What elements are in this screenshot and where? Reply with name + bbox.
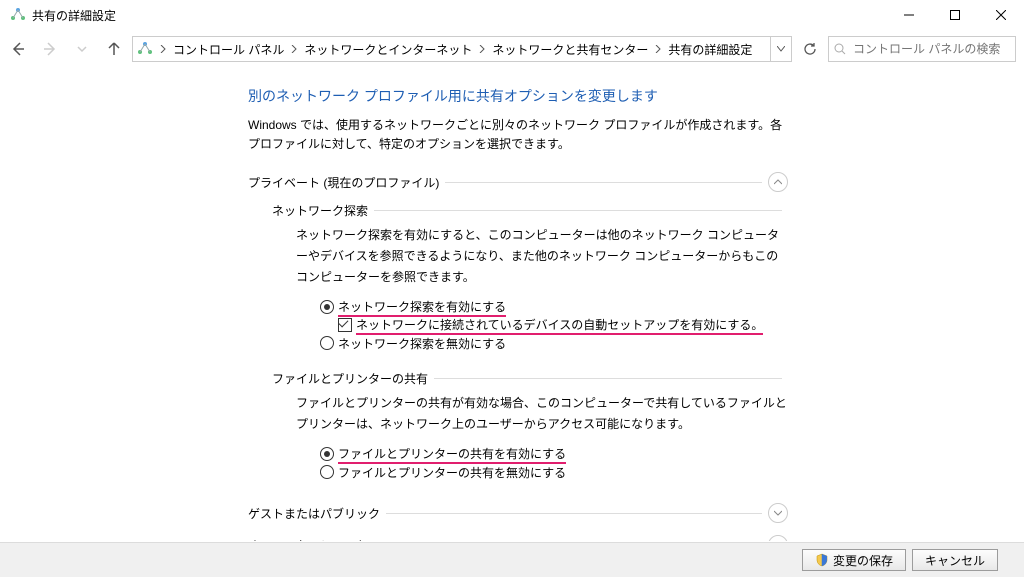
radio-discovery-enable[interactable]: ネットワーク探索を有効にする xyxy=(320,298,788,316)
search-box[interactable] xyxy=(828,36,1016,62)
radio-icon xyxy=(320,447,334,461)
radio-printer-disable[interactable]: ファイルとプリンターの共有を無効にする xyxy=(320,463,788,481)
file-printer-section: ファイルとプリンターの共有 ファイルとプリンターの共有が有効な場合、このコンピュ… xyxy=(272,370,788,481)
profile-guest-label: ゲストまたはパブリック xyxy=(248,505,380,522)
breadcrumb-item[interactable]: ネットワークとインターネット xyxy=(300,41,476,58)
option-label: ファイルとプリンターの共有を無効にする xyxy=(338,464,566,481)
collapse-button[interactable] xyxy=(768,172,788,192)
breadcrumb-item[interactable]: ネットワークと共有センター xyxy=(488,41,652,58)
chevron-right-icon xyxy=(157,45,169,53)
page-title: 別のネットワーク プロファイル用に共有オプションを変更します xyxy=(248,86,788,106)
option-label: ネットワーク探索を有効にする xyxy=(338,298,506,317)
checkbox-icon xyxy=(338,318,352,332)
profile-guest-header[interactable]: ゲストまたはパブリック xyxy=(248,503,788,523)
network-discovery-section: ネットワーク探索 ネットワーク探索を有効にすると、このコンピューターは他のネット… xyxy=(272,202,788,352)
profile-private-label: プライベート (現在のプロファイル) xyxy=(248,174,439,191)
subsection-header: ネットワーク探索 xyxy=(272,202,368,219)
search-icon xyxy=(829,43,851,55)
subsection-header: ファイルとプリンターの共有 xyxy=(272,370,428,387)
breadcrumb-item[interactable]: 共有の詳細設定 xyxy=(664,41,756,58)
expand-button[interactable] xyxy=(768,503,788,523)
profile-all-header[interactable]: すべてのネットワーク xyxy=(248,535,788,541)
maximize-button[interactable] xyxy=(932,0,978,30)
option-label: ネットワーク探索を無効にする xyxy=(338,335,506,352)
search-input[interactable] xyxy=(851,38,1015,60)
option-label: ネットワークに接続されているデバイスの自動セットアップを有効にする。 xyxy=(356,316,763,335)
chevron-right-icon xyxy=(476,45,488,53)
window-title: 共有の詳細設定 xyxy=(32,7,116,24)
cancel-button[interactable]: キャンセル xyxy=(912,549,998,571)
radio-icon xyxy=(320,300,334,314)
cancel-button-label: キャンセル xyxy=(925,552,985,569)
toolbar: コントロール パネル ネットワークとインターネット ネットワークと共有センター … xyxy=(0,31,1024,68)
minimize-button[interactable] xyxy=(886,0,932,30)
shield-icon xyxy=(815,553,829,567)
divider xyxy=(386,513,762,514)
titlebar: 共有の詳細設定 xyxy=(0,0,1024,31)
chevron-right-icon xyxy=(652,45,664,53)
expand-button[interactable] xyxy=(768,535,788,541)
network-icon xyxy=(137,41,153,57)
breadcrumb-history-dropdown[interactable] xyxy=(770,37,791,61)
chevron-right-icon xyxy=(288,45,300,53)
app-icon xyxy=(10,7,26,23)
close-button[interactable] xyxy=(978,0,1024,30)
divider xyxy=(434,378,782,379)
profile-private-header[interactable]: プライベート (現在のプロファイル) xyxy=(248,172,788,192)
forward-button[interactable] xyxy=(36,35,64,63)
content-area: 別のネットワーク プロファイル用に共有オプションを変更します Windows で… xyxy=(0,66,1024,541)
breadcrumb[interactable]: コントロール パネル ネットワークとインターネット ネットワークと共有センター … xyxy=(132,36,792,62)
radio-icon xyxy=(320,465,334,479)
recent-dropdown[interactable] xyxy=(68,35,96,63)
save-button-label: 変更の保存 xyxy=(833,552,893,569)
back-button[interactable] xyxy=(4,35,32,63)
subsection-description: ファイルとプリンターの共有が有効な場合、このコンピューターで共有しているファイル… xyxy=(296,393,788,435)
footer: 変更の保存 キャンセル xyxy=(0,542,1024,577)
radio-printer-enable[interactable]: ファイルとプリンターの共有を有効にする xyxy=(320,445,788,463)
radio-discovery-disable[interactable]: ネットワーク探索を無効にする xyxy=(320,334,788,352)
save-button[interactable]: 変更の保存 xyxy=(802,549,906,571)
divider xyxy=(445,182,762,183)
up-button[interactable] xyxy=(100,35,128,63)
profile-all-label: すべてのネットワーク xyxy=(248,537,367,541)
checkbox-device-autosetup[interactable]: ネットワークに接続されているデバイスの自動セットアップを有効にする。 xyxy=(338,316,788,334)
subsection-description: ネットワーク探索を有効にすると、このコンピューターは他のネットワーク コンピュー… xyxy=(296,225,788,288)
breadcrumb-item[interactable]: コントロール パネル xyxy=(169,41,288,58)
option-label: ファイルとプリンターの共有を有効にする xyxy=(338,445,566,464)
page-description: Windows では、使用するネットワークごとに別々のネットワーク プロファイル… xyxy=(248,116,788,154)
divider xyxy=(374,210,782,211)
radio-icon xyxy=(320,336,334,350)
refresh-button[interactable] xyxy=(796,35,824,63)
